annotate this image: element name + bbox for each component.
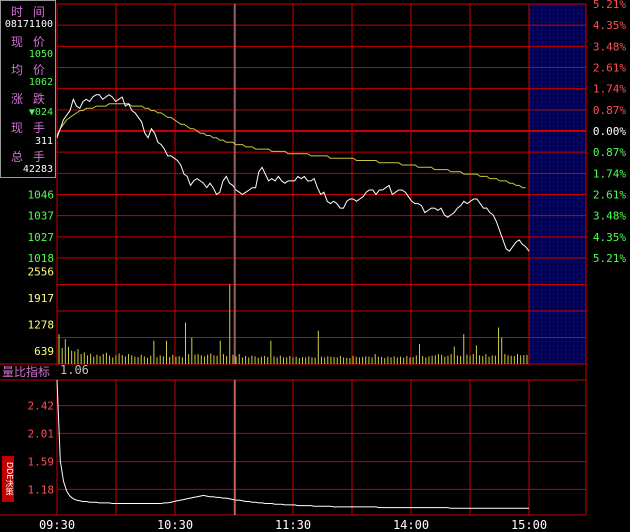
hand-value: 311 [34, 136, 53, 147]
price-label: 现 价 [11, 35, 48, 49]
volume-tick: 1278 [28, 318, 55, 331]
price-tick: 1037 [28, 210, 55, 223]
pct-tick-up: 1.74% [593, 83, 626, 96]
time-axis-label: 15:00 [511, 518, 547, 532]
volume-tick: 639 [34, 345, 54, 358]
ratio-tick: 1.18 [28, 483, 55, 496]
time-axis-label: 09:30 [39, 518, 75, 532]
change-value: ▼024 [28, 107, 53, 118]
chart-canvas[interactable]: 5.21% 4.35% 3.48% 2.61% 1.74% 0.87% 0.00% 0.87%… [0, 0, 630, 532]
avg-label: 均 价 [11, 63, 48, 77]
ratio-tick: 2.01 [28, 427, 55, 440]
pct-tick-up: 2.61% [593, 62, 626, 75]
volume-tick: 2556 [28, 265, 55, 278]
pct-tick-up: 4.35% [593, 19, 626, 32]
hand-label: 现 手 [11, 121, 48, 135]
volume-ratio-value: 1.06 [60, 363, 89, 377]
pct-tick-up: 0.87% [593, 104, 626, 117]
time-axis-label: 10:30 [157, 518, 193, 532]
pct-tick-zero: 0.00% [593, 125, 626, 138]
pct-tick-down: 0.87% [593, 146, 626, 159]
total-value: 42283 [22, 164, 53, 175]
pct-tick-down: 4.35% [593, 231, 626, 244]
time-value: 08171100 [4, 19, 53, 30]
volume-tick: 1917 [28, 292, 55, 305]
price-tick: 1018 [28, 252, 55, 265]
pct-tick-down: 3.48% [593, 210, 626, 223]
time-label: 时 间 [11, 5, 48, 19]
dde-decision-tab[interactable]: DDE决策 [2, 456, 14, 502]
pct-tick-up: 5.21% [593, 0, 626, 11]
change-label: 涨 跌 [11, 92, 48, 106]
info-panel: 时 间 08171100 现 价 1050 均 价 1062 涨 跌 ▼024 … [0, 0, 56, 178]
pct-tick-down: 1.74% [593, 167, 626, 180]
total-label: 总 手 [11, 150, 48, 164]
pct-tick-down: 2.61% [593, 189, 626, 202]
ratio-tick: 1.59 [28, 456, 55, 469]
avg-price-line [56, 103, 526, 189]
avg-value: 1062 [28, 77, 53, 88]
intraday-chart-window: 5.21% 4.35% 3.48% 2.61% 1.74% 0.87% 0.00% 0.87%… [0, 0, 630, 532]
time-axis-label: 11:30 [275, 518, 311, 532]
pct-tick-down: 5.21% [593, 252, 626, 265]
price-value: 1050 [28, 49, 53, 60]
ratio-tick: 2.42 [28, 400, 55, 413]
time-axis-label: 14:00 [393, 518, 429, 532]
pct-tick-up: 3.48% [593, 40, 626, 53]
price-tick: 1046 [28, 189, 55, 202]
price-tick: 1027 [28, 231, 55, 244]
volume-ratio-label: 量比指标 [2, 365, 51, 379]
